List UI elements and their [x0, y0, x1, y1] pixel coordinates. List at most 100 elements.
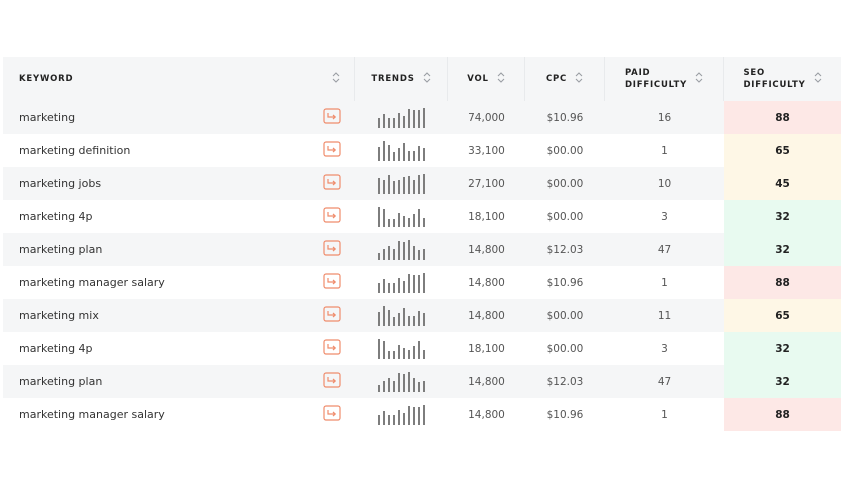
trend-bar: [383, 410, 385, 425]
trend-bar: [413, 406, 415, 425]
keyword-text: marketing plan: [19, 243, 103, 256]
trend-bar: [398, 179, 400, 194]
table-row[interactable]: marketing manager salary 14,800 $10.96 1 88: [3, 266, 841, 299]
table-row[interactable]: marketing definition 33,100 $00.00 1 65: [3, 134, 841, 167]
trend-bar: [418, 174, 420, 194]
seo-difficulty-cell: 88: [724, 266, 841, 299]
trend-bar: [378, 282, 380, 293]
table-row[interactable]: marketing mix 14,800 $00.00 11 65: [3, 299, 841, 332]
vol-cell: 33,100: [468, 144, 505, 157]
paid-difficulty-cell: 1: [661, 144, 668, 157]
trend-bar: [408, 217, 410, 227]
trend-bar: [393, 180, 395, 194]
trend-bar: [418, 274, 420, 293]
trend-bar: [413, 109, 415, 128]
table-row[interactable]: marketing 74,000 $10.96 16 88: [3, 101, 841, 134]
column-header-keyword[interactable]: KEYWORD: [3, 57, 355, 101]
sort-icon[interactable]: [332, 71, 340, 87]
column-label-cpc: CPC: [545, 74, 568, 84]
trend-bar: [403, 215, 405, 227]
open-link-icon[interactable]: [323, 174, 341, 193]
table-row[interactable]: marketing plan 14,800 $12.03 47 32: [3, 233, 841, 266]
paid-difficulty-cell: 1: [661, 276, 668, 289]
trend-bar: [418, 310, 420, 326]
table-row[interactable]: marketing manager salary 14,800 $10.96 1 88: [3, 398, 841, 431]
keyword-cell: marketing plan: [3, 365, 355, 398]
seo-difficulty-cell: 88: [724, 101, 841, 134]
open-link-icon[interactable]: [323, 339, 341, 358]
open-link-icon[interactable]: [323, 240, 341, 259]
table-row[interactable]: marketing jobs 27,100 $00.00 10 45: [3, 167, 841, 200]
open-link-icon[interactable]: [323, 405, 341, 424]
trend-bar: [408, 108, 410, 128]
trend-bar: [378, 146, 380, 161]
trend-bar: [423, 248, 425, 260]
open-link-icon[interactable]: [323, 306, 341, 325]
keyword-cell: marketing plan: [3, 233, 355, 266]
keyword-table: KEYWORD TRENDS VOL CPC PAID DIFFICULTY S…: [3, 57, 841, 431]
open-link-icon[interactable]: [323, 207, 341, 226]
open-link-icon[interactable]: [323, 108, 341, 127]
trend-sparkline: [378, 173, 425, 194]
trend-sparkline: [378, 338, 425, 359]
column-label-seo-difficulty: SEO DIFFICULTY: [743, 68, 806, 90]
column-label-vol: VOL: [467, 74, 489, 84]
cpc-cell: $10.96: [546, 276, 584, 289]
seo-difficulty-cell: 32: [724, 365, 841, 398]
trend-bar: [403, 412, 405, 425]
sort-icon[interactable]: [814, 71, 822, 87]
trend-sparkline: [378, 140, 425, 161]
trend-cell: [355, 398, 448, 431]
trend-bar: [413, 315, 415, 326]
trend-bar: [393, 248, 395, 260]
trend-bar: [423, 173, 425, 194]
trend-bar: [383, 340, 385, 359]
keyword-text: marketing jobs: [19, 177, 102, 190]
column-header-seo-difficulty[interactable]: SEO DIFFICULTY: [724, 57, 841, 101]
trend-bar: [418, 340, 420, 359]
trend-bar: [408, 349, 410, 359]
column-header-vol[interactable]: VOL: [448, 57, 525, 101]
column-header-trends[interactable]: TRENDS: [355, 57, 448, 101]
trend-bar: [423, 147, 425, 161]
table-row[interactable]: marketing 4p 18,100 $00.00 3 32: [3, 332, 841, 365]
open-link-icon[interactable]: [323, 273, 341, 292]
sort-icon[interactable]: [423, 71, 431, 87]
trend-bar: [418, 109, 420, 128]
trend-cell: [355, 200, 448, 233]
trend-bar: [378, 311, 380, 326]
vol-cell: 14,800: [468, 309, 505, 322]
keyword-cell: marketing: [3, 101, 355, 134]
keyword-text: marketing: [19, 111, 76, 124]
trend-bar: [388, 174, 390, 194]
trend-bar: [378, 414, 380, 425]
paid-difficulty-cell: 11: [657, 309, 672, 322]
column-header-paid-difficulty[interactable]: PAID DIFFICULTY: [605, 57, 724, 101]
trend-bar: [413, 150, 415, 161]
table-row[interactable]: marketing plan 14,800 $12.03 47 32: [3, 365, 841, 398]
trend-cell: [355, 101, 448, 134]
keyword-text: marketing 4p: [19, 342, 93, 355]
trend-bar: [423, 349, 425, 359]
keyword-text: marketing mix: [19, 309, 99, 322]
vol-cell: 14,800: [468, 276, 505, 289]
trend-bar: [383, 179, 385, 194]
trend-bar: [388, 117, 390, 128]
trend-bar: [403, 176, 405, 194]
sort-icon[interactable]: [575, 71, 583, 87]
cpc-cell: $12.03: [546, 243, 584, 256]
table-row[interactable]: marketing 4p 18,100 $00.00 3 32: [3, 200, 841, 233]
sort-icon[interactable]: [497, 71, 505, 87]
paid-difficulty-cell: 47: [657, 243, 672, 256]
open-link-icon[interactable]: [323, 372, 341, 391]
vol-cell: 18,100: [468, 342, 505, 355]
open-link-icon[interactable]: [323, 141, 341, 160]
trend-bar: [388, 350, 390, 359]
trend-cell: [355, 167, 448, 200]
column-header-cpc[interactable]: CPC: [525, 57, 605, 101]
sort-icon[interactable]: [695, 71, 703, 87]
keyword-cell: marketing definition: [3, 134, 355, 167]
trend-bar: [388, 309, 390, 326]
keyword-text: marketing definition: [19, 144, 131, 157]
trend-bar: [403, 115, 405, 128]
